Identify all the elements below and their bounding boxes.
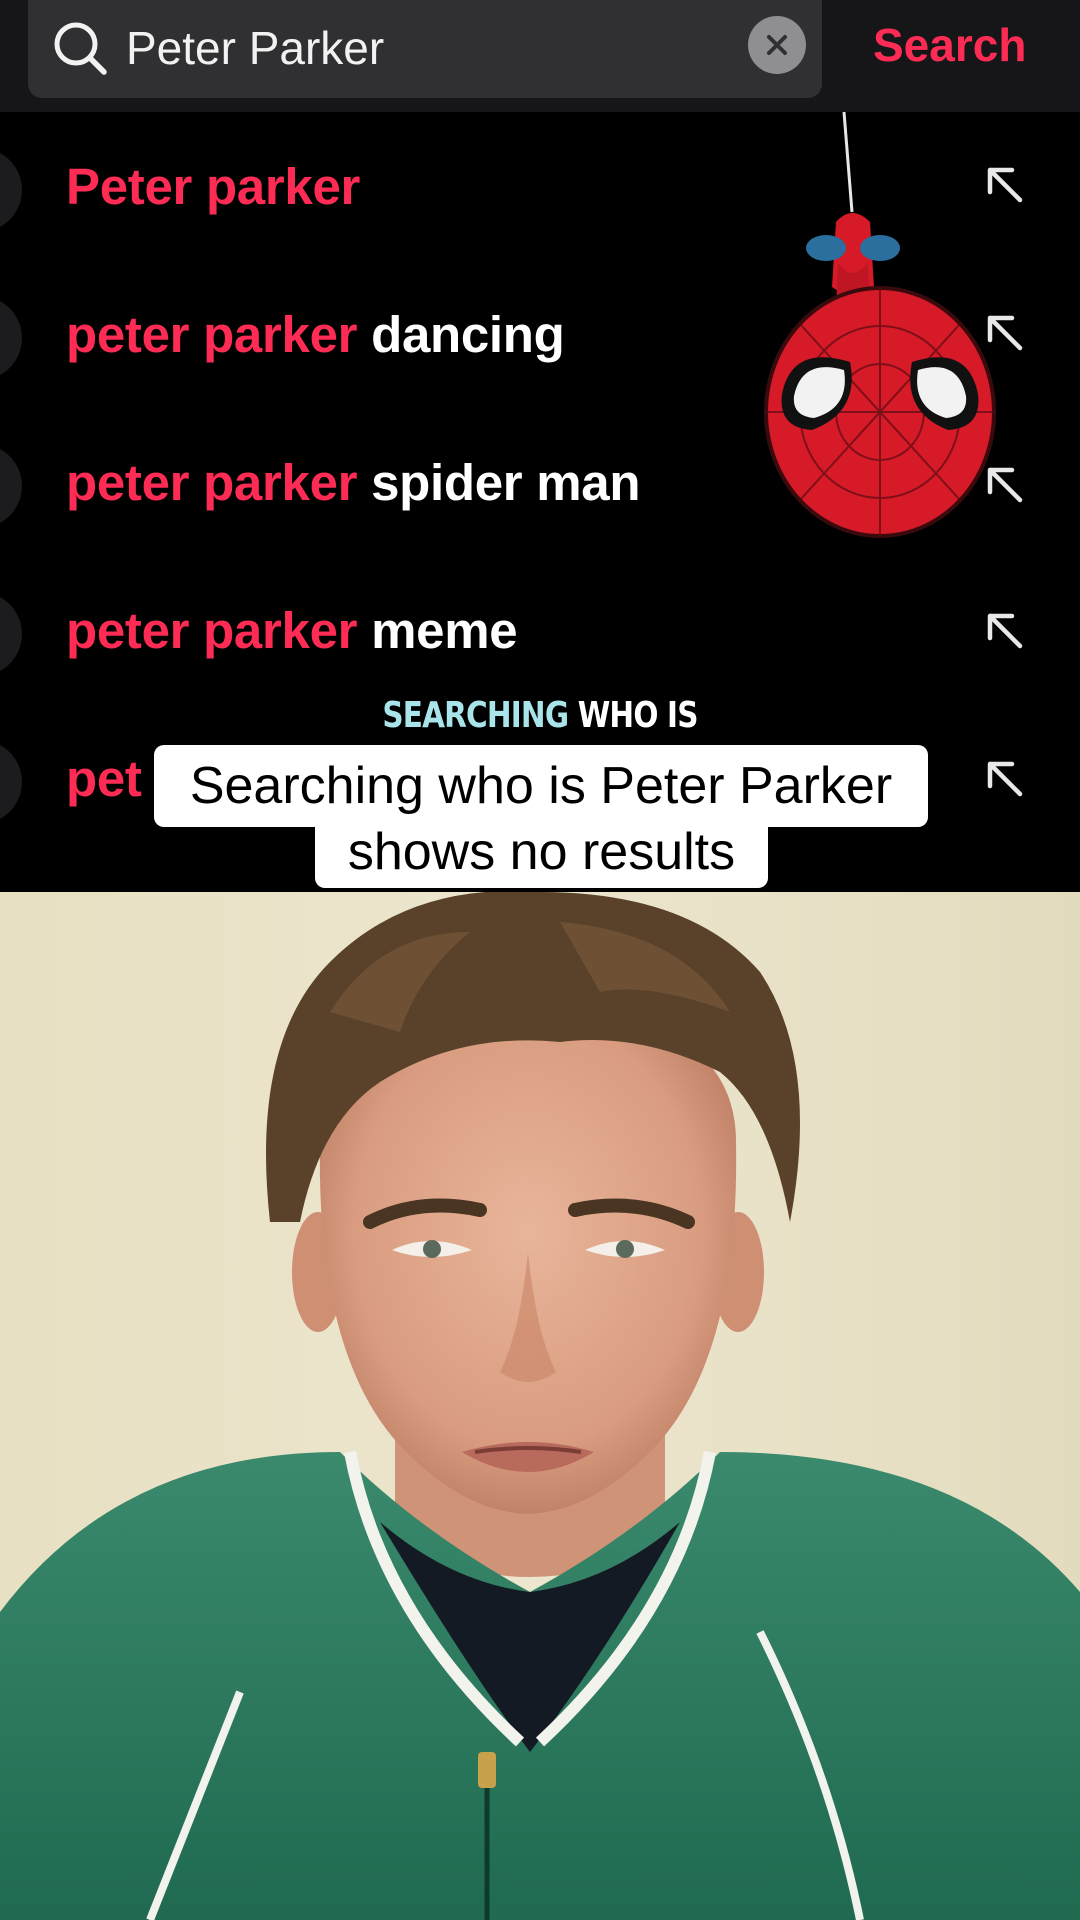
- search-screen: Peter Parker Search Peter parker peter p…: [0, 0, 1080, 892]
- search-input[interactable]: Peter Parker: [28, 0, 822, 98]
- arrow-up-left-icon[interactable]: [982, 756, 1030, 804]
- history-icon: [0, 296, 22, 380]
- history-icon: [0, 740, 22, 824]
- suggestion-text: Peter parker: [66, 158, 361, 215]
- history-icon: [0, 444, 22, 528]
- search-button[interactable]: Search: [873, 16, 1026, 74]
- video-frame: [0, 892, 1080, 1920]
- suggestion-text: peter parker spider man: [66, 454, 641, 511]
- caption-kicker: SEARCHING WHO IS: [382, 695, 698, 736]
- spiderman-sticker: [764, 112, 996, 538]
- suggestion-text: pet: [66, 750, 142, 807]
- caption-line-1: Searching who is Peter Parker: [154, 745, 928, 827]
- history-icon: [0, 148, 22, 232]
- search-query-text[interactable]: Peter Parker: [126, 18, 384, 78]
- presenter-video: [0, 892, 1080, 1920]
- search-bar: Peter Parker Search: [0, 0, 1080, 112]
- arrow-up-left-icon[interactable]: [982, 608, 1030, 656]
- suggestion-text: peter parker meme: [66, 602, 518, 659]
- clear-search-button[interactable]: [748, 16, 806, 74]
- suggestion-item[interactable]: peter parker meme: [0, 556, 1080, 704]
- caption-line-2: shows no results: [315, 824, 768, 888]
- history-icon: [0, 592, 22, 676]
- suggestion-text: peter parker dancing: [66, 306, 565, 363]
- search-icon: [54, 22, 107, 75]
- clear-x-icon: [767, 35, 787, 55]
